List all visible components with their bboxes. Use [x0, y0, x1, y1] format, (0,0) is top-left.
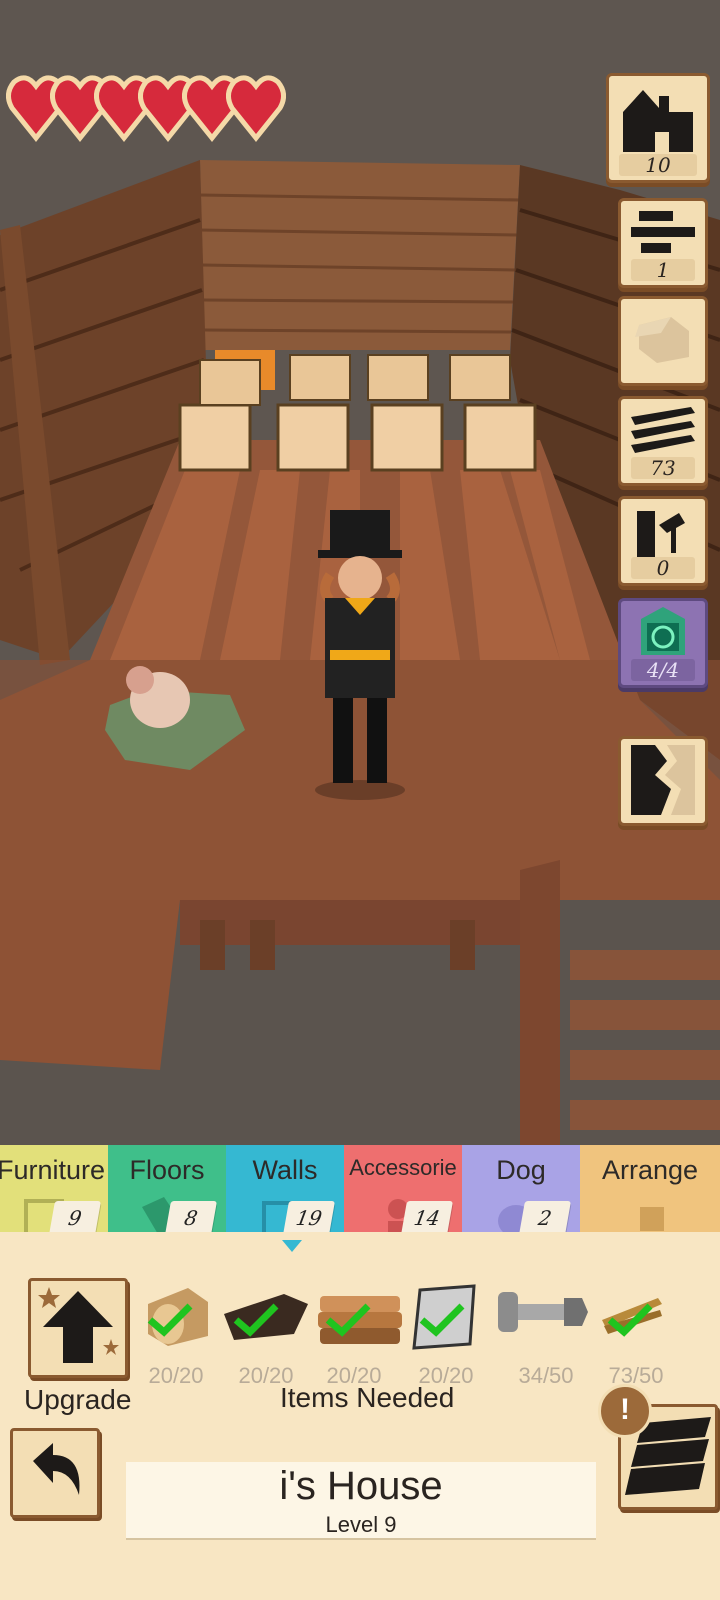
- tab-dog-count: 2: [519, 1201, 571, 1235]
- tab-furniture[interactable]: Furniture 9: [0, 1145, 110, 1245]
- health-hearts: [6, 72, 286, 142]
- item-sticks[interactable]: [598, 1284, 682, 1366]
- portal-icon: [641, 607, 685, 655]
- tab-floors-label: Floors: [129, 1155, 205, 1185]
- tab-walls-count: 19: [283, 1201, 335, 1235]
- tab-walls-label: Walls: [252, 1155, 318, 1185]
- tab-accessories-count: 14: [401, 1201, 453, 1235]
- house-count: 10: [619, 154, 697, 176]
- tab-arrange-label: Arrange: [601, 1155, 699, 1185]
- item-planks-stack-count: 20/20: [326, 1363, 382, 1388]
- portal-button[interactable]: 4/4: [618, 598, 708, 688]
- house-button[interactable]: 10: [606, 73, 710, 183]
- planks-icon: [631, 407, 695, 453]
- item-log[interactable]: [138, 1284, 222, 1366]
- active-tab-pointer: [282, 1240, 302, 1252]
- tab-dog[interactable]: Dog 2: [462, 1145, 580, 1245]
- crack-button[interactable]: [618, 736, 708, 826]
- upgrade-label: Upgrade: [24, 1384, 132, 1415]
- wrecker-button[interactable]: 0: [618, 496, 708, 586]
- portal-count: 4/4: [631, 659, 695, 681]
- item-metal-plate-count: 20/20: [418, 1363, 474, 1388]
- tab-floors[interactable]: Floors 8: [108, 1145, 226, 1245]
- box-button[interactable]: [618, 296, 708, 386]
- item-bolt-count: 34/50: [518, 1363, 574, 1388]
- tab-floors-count: 8: [165, 1201, 217, 1235]
- house-icon: [623, 90, 693, 152]
- back-button[interactable]: [10, 1428, 100, 1518]
- tab-accessories-label: Accessorie: [349, 1155, 457, 1180]
- box-icon: [635, 317, 689, 363]
- wall-pieces-button[interactable]: 1: [618, 198, 708, 288]
- house-level: Level 9: [325, 1512, 397, 1537]
- check-icon: [607, 1303, 653, 1337]
- tab-dog-label: Dog: [496, 1155, 546, 1185]
- tab-furniture-count: 9: [49, 1201, 101, 1235]
- item-bark[interactable]: [224, 1284, 308, 1366]
- item-metal-plate[interactable]: [410, 1284, 494, 1366]
- item-log-count: 20/20: [148, 1363, 204, 1388]
- check-icon: [419, 1303, 465, 1337]
- tab-arrange[interactable]: Arrange: [580, 1145, 720, 1245]
- item-sticks-count: 73/50: [608, 1363, 664, 1388]
- back-arrow-icon: [33, 1443, 80, 1495]
- item-bolt[interactable]: [498, 1284, 588, 1366]
- tab-accessories[interactable]: Accessorie 14: [344, 1145, 462, 1245]
- check-icon: [147, 1303, 193, 1337]
- crack-icon: [631, 745, 695, 815]
- upgrade-arrow-icon: [38, 1287, 119, 1363]
- house-name-box: i's House Level 9: [126, 1462, 596, 1540]
- planks-count: 73: [631, 457, 695, 479]
- wall-pieces-icon: [631, 211, 695, 253]
- item-bark-count: 20/20: [238, 1363, 294, 1388]
- tab-furniture-label: Furniture: [0, 1155, 106, 1185]
- wall-pieces-count: 1: [631, 259, 695, 281]
- bolt-icon: [498, 1292, 588, 1332]
- alert-badge-icon: !: [598, 1384, 652, 1438]
- check-icon: [325, 1303, 371, 1337]
- wrecker-count: 0: [631, 557, 695, 579]
- item-planks-stack[interactable]: [316, 1284, 402, 1366]
- axe-icon: [637, 511, 685, 557]
- check-icon: [233, 1303, 279, 1337]
- house-name: i's House: [279, 1464, 443, 1508]
- planks-button[interactable]: 73: [618, 396, 708, 486]
- upgrade-button[interactable]: [28, 1278, 128, 1378]
- heart-icon: [226, 75, 286, 142]
